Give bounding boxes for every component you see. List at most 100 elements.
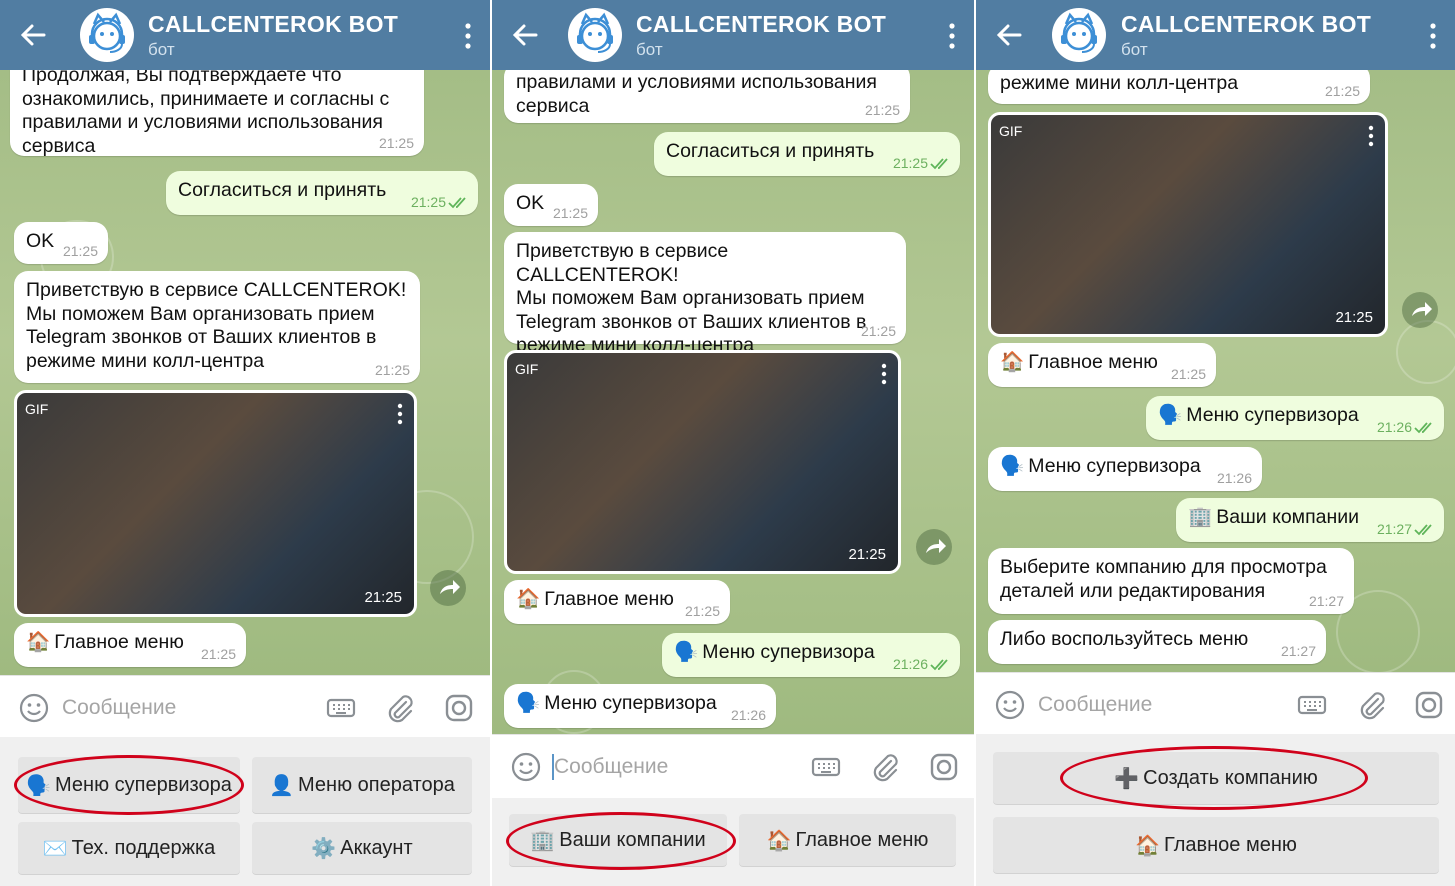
message-input[interactable]: Сообщение xyxy=(554,755,668,779)
main-menu-button[interactable]: 🏠 Главное меню xyxy=(739,814,956,866)
chat-title[interactable]: CALLCENTEROK BOT xyxy=(1121,11,1371,38)
paperclip-icon[interactable] xyxy=(1356,689,1388,721)
chat-header: CALLCENTEROK BOT бот xyxy=(0,0,490,70)
chat-header: CALLCENTEROK BOT бот xyxy=(976,0,1455,70)
message-text: Ваши компании xyxy=(1216,506,1360,528)
share-arrow-icon[interactable] xyxy=(916,529,952,565)
house-icon: 🏠 xyxy=(1135,834,1160,857)
message-bubble[interactable]: 🏠 Главное меню 21:25 xyxy=(14,623,246,667)
instagram-camera-icon[interactable] xyxy=(928,751,960,783)
keyboard-icon[interactable] xyxy=(810,751,842,783)
message-time: 21:25 xyxy=(552,205,588,221)
smile-icon[interactable] xyxy=(510,751,542,783)
keyboard-icon[interactable] xyxy=(1296,689,1328,721)
message-bubble[interactable]: 🏠 Главное меню 21:25 xyxy=(988,343,1216,387)
kebab-menu-icon[interactable] xyxy=(946,22,958,50)
kebab-menu-icon[interactable] xyxy=(462,22,474,50)
account-button[interactable]: ⚙️ Аккаунт xyxy=(252,822,472,874)
button-label: Главное меню xyxy=(795,828,929,851)
house-icon: 🏠 xyxy=(516,588,541,610)
message-time: 21:26 xyxy=(730,707,766,723)
message-bubble-outgoing[interactable]: 🏢 Ваши компании 21:27 xyxy=(1176,498,1444,542)
instagram-camera-icon[interactable] xyxy=(1413,689,1445,721)
kebab-menu-icon[interactable] xyxy=(1427,22,1439,50)
gif-tag: GIF xyxy=(999,123,1023,139)
chat-title[interactable]: CALLCENTEROK BOT xyxy=(636,11,886,38)
button-label: Аккаунт xyxy=(340,836,413,859)
gif-message[interactable]: GIF 21:25 xyxy=(14,390,417,617)
smile-icon[interactable] xyxy=(994,689,1026,721)
message-bubble-outgoing[interactable]: Согласиться и принять 21:25 xyxy=(166,171,478,215)
chat-title[interactable]: CALLCENTEROK BOT xyxy=(148,11,398,38)
bot-keyboard: ➕ Создать компанию 🏠 Главное меню xyxy=(976,734,1455,886)
operator-menu-button[interactable]: 👤 Меню оператора xyxy=(252,757,472,813)
gif-menu-icon[interactable] xyxy=(396,403,404,425)
message-bubble[interactable]: Приветствую в сервисе CALLCENTEROK! Мы п… xyxy=(14,271,420,383)
message-bubble-outgoing[interactable]: 🗣️ Меню супервизора 21:26 xyxy=(1146,396,1444,440)
message-bubble[interactable]: 🗣️ Меню супервизора 21:26 xyxy=(504,684,776,728)
message-list[interactable]: правилами и условиями использования серв… xyxy=(492,70,974,734)
smile-icon[interactable] xyxy=(18,692,50,724)
support-button[interactable]: ✉️ Тех. поддержка xyxy=(18,822,240,874)
gif-message[interactable]: GIF 21:25 xyxy=(988,112,1388,337)
house-icon: 🏠 xyxy=(766,829,792,852)
message-input[interactable]: Сообщение xyxy=(62,696,176,720)
message-text: Приветствую в сервисе CALLCENTEROK! Мы п… xyxy=(26,279,407,372)
message-time: 21:25 xyxy=(848,546,886,563)
gif-menu-icon[interactable] xyxy=(1367,125,1375,147)
highlight-ellipse xyxy=(1060,746,1368,810)
user-icon: 👤 xyxy=(269,774,295,797)
message-time: 21:27 xyxy=(1308,593,1344,609)
message-list[interactable]: режиме мини колл-центра 21:25 GIF 21:25 … xyxy=(976,70,1455,672)
gif-tag: GIF xyxy=(515,361,539,377)
message-input-bar: Сообщение xyxy=(492,734,974,799)
message-bubble[interactable]: режиме мини колл-центра 21:25 xyxy=(988,70,1370,104)
message-bubble-outgoing[interactable]: Согласиться и принять 21:25 xyxy=(654,132,960,176)
message-bubble[interactable]: OK 21:25 xyxy=(504,184,598,226)
gif-message[interactable]: GIF 21:25 xyxy=(504,350,901,574)
button-label: Главное меню xyxy=(1164,833,1297,856)
highlight-ellipse xyxy=(14,755,244,815)
speaking-head-icon: 🗣️ xyxy=(516,692,541,714)
message-time: 21:27 xyxy=(1280,643,1316,659)
message-bubble[interactable]: 🏠 Главное меню 21:25 xyxy=(504,580,730,624)
keyboard-icon[interactable] xyxy=(325,692,357,724)
message-text: Главное меню xyxy=(54,631,184,653)
message-time: 21:25 xyxy=(684,603,720,619)
double-check-icon xyxy=(930,158,952,170)
message-bubble[interactable]: OK 21:25 xyxy=(14,222,108,264)
message-bubble[interactable]: Либо воспользуйтесь меню 21:27 xyxy=(988,620,1326,664)
share-arrow-icon[interactable] xyxy=(1402,292,1438,328)
instagram-camera-icon[interactable] xyxy=(443,692,475,724)
message-bubble[interactable]: Продолжая, Вы подтверждаете что ознакоми… xyxy=(10,70,424,157)
message-text: Меню супервизора xyxy=(1186,404,1359,426)
bot-avatar[interactable] xyxy=(1052,8,1106,62)
message-bubble-outgoing[interactable]: 🗣️ Меню супервизора 21:26 xyxy=(662,633,960,677)
paperclip-icon[interactable] xyxy=(869,751,901,783)
paperclip-icon[interactable] xyxy=(384,692,416,724)
arrow-left-icon[interactable] xyxy=(18,20,48,50)
double-check-icon xyxy=(448,197,470,209)
bot-avatar[interactable] xyxy=(80,8,134,62)
message-bubble[interactable]: Приветствую в сервисе CALLCENTEROK! Мы п… xyxy=(504,232,906,356)
arrow-left-icon[interactable] xyxy=(994,20,1024,50)
button-label: Меню оператора xyxy=(298,773,455,796)
chat-screen-3: CALLCENTEROK BOT бот режиме мини колл-це… xyxy=(976,0,1455,886)
main-menu-button[interactable]: 🏠 Главное меню xyxy=(993,817,1439,873)
message-list[interactable]: Продолжая, Вы подтверждаете что ознакоми… xyxy=(0,70,490,675)
message-input[interactable]: Сообщение xyxy=(1038,693,1152,717)
envelope-icon: ✉️ xyxy=(42,837,68,860)
message-input-bar: Сообщение xyxy=(976,672,1455,735)
house-icon: 🏠 xyxy=(26,631,51,653)
message-time: 21:26 xyxy=(892,656,928,672)
share-arrow-icon[interactable] xyxy=(430,570,466,606)
message-bubble[interactable]: Выберите компанию для просмотра деталей … xyxy=(988,548,1354,614)
message-bubble[interactable]: 🗣️ Меню супервизора 21:26 xyxy=(988,447,1262,491)
message-bubble[interactable]: правилами и условиями использования серв… xyxy=(504,70,910,123)
bot-avatar[interactable] xyxy=(568,8,622,62)
arrow-left-icon[interactable] xyxy=(510,20,540,50)
message-time: 21:25 xyxy=(1335,309,1373,326)
message-time: 21:27 xyxy=(1376,521,1412,537)
gif-menu-icon[interactable] xyxy=(880,363,888,385)
message-text: Меню супервизора xyxy=(702,641,875,663)
